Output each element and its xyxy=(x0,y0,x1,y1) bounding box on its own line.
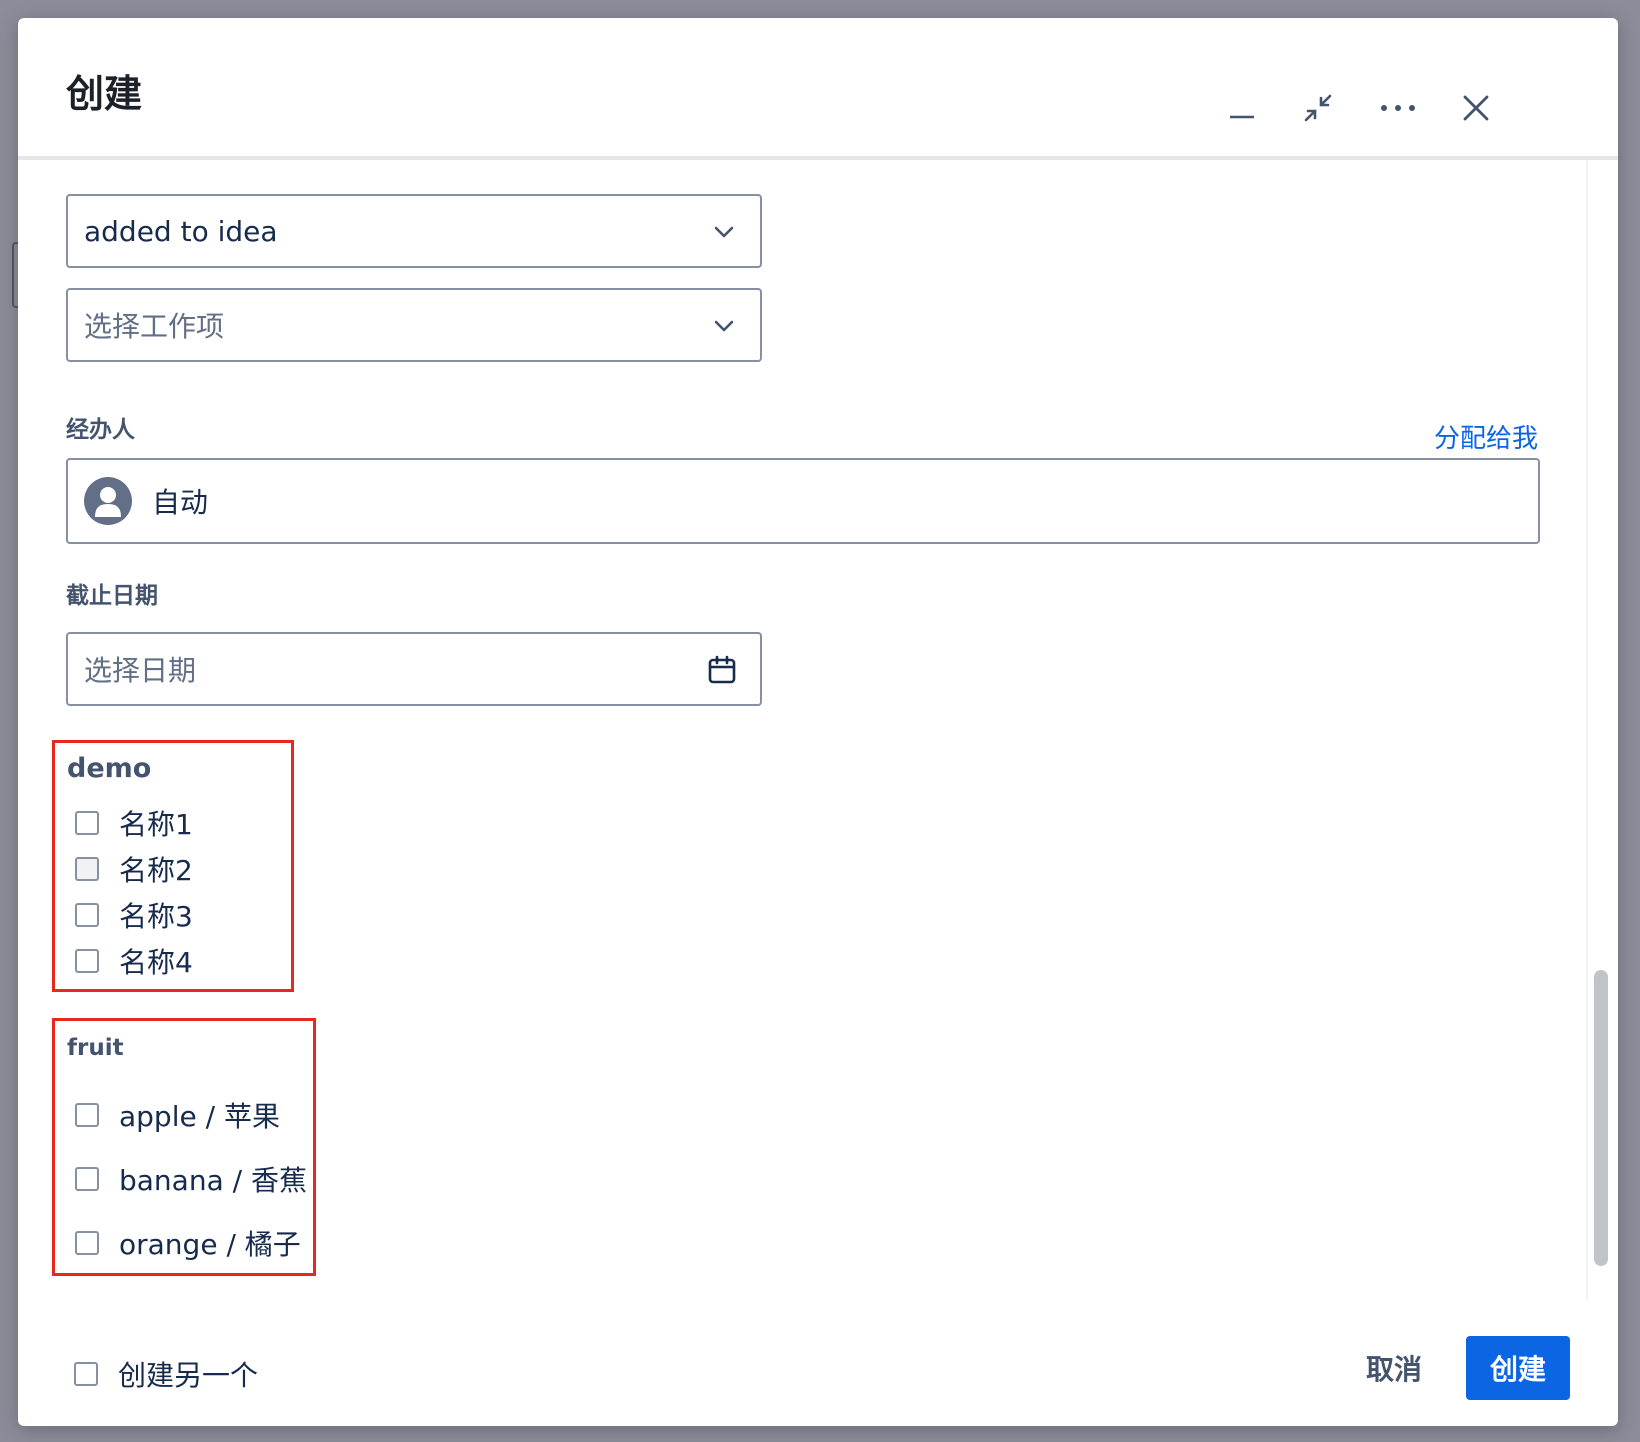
fruit-checkbox-group: fruit apple / 苹果 banana / 香蕉 orange / 橘子 xyxy=(52,1018,316,1276)
demo-option-1[interactable]: 名称1 xyxy=(75,803,193,843)
assignee-value: 自动 xyxy=(152,486,209,519)
demo-option-1-label: 名称1 xyxy=(119,808,193,841)
calendar-icon xyxy=(708,655,736,684)
due-date-label: 截止日期 xyxy=(66,583,158,609)
close-icon xyxy=(1463,95,1489,121)
more-icon xyxy=(1381,105,1415,111)
demo-option-3-label: 名称3 xyxy=(119,900,193,933)
status-select-value: added to idea xyxy=(84,214,278,248)
cancel-button[interactable]: 取消 xyxy=(1340,1336,1448,1400)
work-item-select[interactable]: 选择工作项 xyxy=(66,288,762,362)
modal-body: added to idea 选择工作项 经办人 分配给我 自动 截止日期 选择日… xyxy=(18,160,1618,1300)
collapse-icon xyxy=(1304,94,1332,122)
demo-checkbox-group: demo 名称1 名称2 名称3 名称4 xyxy=(52,740,294,992)
modal-footer: 创建另一个 取消 创建 xyxy=(18,1300,1618,1426)
create-another-checkbox[interactable]: 创建另一个 xyxy=(74,1354,258,1394)
status-select[interactable]: added to idea xyxy=(66,194,762,268)
assignee-label: 经办人 xyxy=(66,417,135,443)
fruit-option-orange[interactable]: orange / 橘子 xyxy=(75,1223,301,1263)
collapse-button[interactable] xyxy=(1294,84,1342,132)
checkbox[interactable] xyxy=(74,1362,98,1386)
chevron-down-icon xyxy=(714,320,734,332)
modal-header: 创建 xyxy=(18,18,1618,160)
fruit-group-title: fruit xyxy=(67,1035,124,1061)
create-issue-modal: 创建 added to idea 选择工作项 经办人 分配给我 自动 截止日期 … xyxy=(18,18,1618,1426)
scrollbar-thumb[interactable] xyxy=(1594,970,1608,1266)
checkbox[interactable] xyxy=(75,1167,99,1191)
demo-group-title: demo xyxy=(67,753,152,784)
minimize-button[interactable] xyxy=(1218,84,1266,132)
minimize-icon xyxy=(1230,115,1254,119)
fruit-option-apple-label: apple / 苹果 xyxy=(119,1100,280,1133)
close-button[interactable] xyxy=(1452,84,1500,132)
fruit-option-apple[interactable]: apple / 苹果 xyxy=(75,1095,280,1135)
checkbox[interactable] xyxy=(75,949,99,973)
demo-option-4[interactable]: 名称4 xyxy=(75,941,193,981)
demo-option-2-label: 名称2 xyxy=(119,854,193,887)
fruit-option-banana-label: banana / 香蕉 xyxy=(119,1164,307,1197)
create-another-label: 创建另一个 xyxy=(118,1359,259,1392)
demo-option-4-label: 名称4 xyxy=(119,946,193,979)
due-date-placeholder: 选择日期 xyxy=(84,654,197,687)
checkbox[interactable] xyxy=(75,1103,99,1127)
fruit-option-banana[interactable]: banana / 香蕉 xyxy=(75,1159,307,1199)
checkbox[interactable] xyxy=(75,811,99,835)
scrollbar-track xyxy=(1586,160,1588,1300)
create-button[interactable]: 创建 xyxy=(1466,1336,1570,1400)
demo-option-3[interactable]: 名称3 xyxy=(75,895,193,935)
checkbox[interactable] xyxy=(75,903,99,927)
modal-title: 创建 xyxy=(66,72,143,116)
assign-to-me-link[interactable]: 分配给我 xyxy=(1434,418,1538,455)
checkbox[interactable] xyxy=(75,857,99,881)
demo-option-2[interactable]: 名称2 xyxy=(75,849,193,889)
fruit-option-orange-label: orange / 橘子 xyxy=(119,1228,301,1261)
work-item-select-placeholder: 选择工作项 xyxy=(84,310,225,343)
more-actions-button[interactable] xyxy=(1374,84,1422,132)
assignee-field[interactable]: 自动 xyxy=(66,458,1540,544)
due-date-picker[interactable]: 选择日期 xyxy=(66,632,762,706)
chevron-down-icon xyxy=(714,226,734,238)
avatar-icon xyxy=(84,477,132,525)
checkbox[interactable] xyxy=(75,1231,99,1255)
